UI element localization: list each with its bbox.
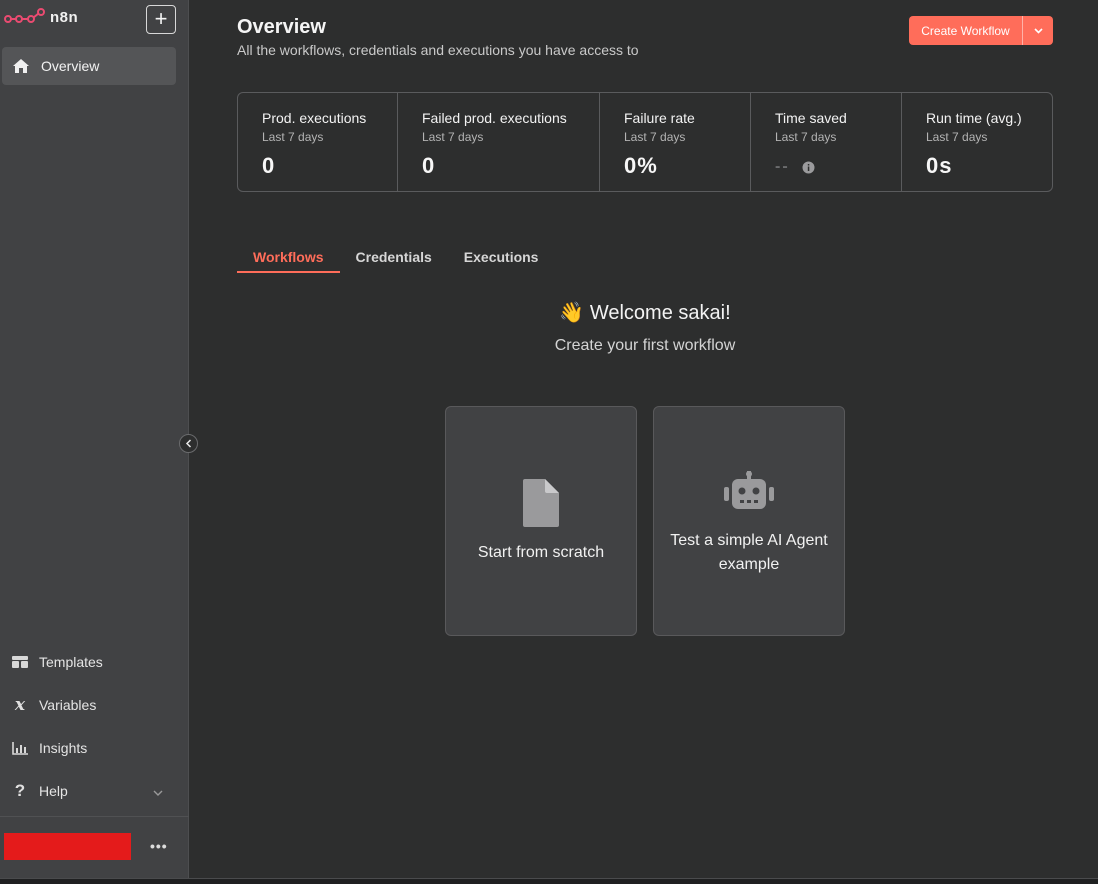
welcome-heading: 👋 Welcome sakai! (559, 302, 731, 324)
info-icon[interactable] (802, 161, 815, 174)
sidebar-item-help[interactable]: ? Help (11, 776, 181, 806)
tab-executions[interactable]: Executions (448, 241, 555, 273)
robot-icon (654, 471, 844, 511)
stat-run-time[interactable]: Run time (avg.) Last 7 days 0s (902, 93, 1052, 191)
stat-prod-executions[interactable]: Prod. executions Last 7 days 0 (238, 93, 398, 191)
stat-time-saved[interactable]: Time saved Last 7 days -- (751, 93, 902, 191)
templates-icon (11, 656, 29, 668)
sidebar-item-variables[interactable]: x Variables (11, 690, 181, 720)
stat-value-text: -- (775, 158, 790, 175)
home-icon (13, 59, 29, 73)
stat-value: 0 (422, 153, 436, 178)
stat-period: Last 7 days (775, 130, 837, 144)
stat-label: Time saved (775, 110, 847, 126)
page-title: Overview (237, 16, 326, 38)
page-subtitle: All the workflows, credentials and execu… (237, 42, 639, 58)
create-dropdown-button[interactable] (1023, 16, 1053, 45)
chevron-left-icon (185, 439, 192, 448)
start-from-scratch-card[interactable]: Start from scratch (445, 406, 637, 636)
stat-label: Run time (avg.) (926, 110, 1022, 126)
ai-agent-example-card[interactable]: Test a simple AI Agent example (653, 406, 845, 636)
sidebar-item-label: Help (39, 783, 68, 799)
chevron-down-icon (1033, 27, 1043, 34)
stat-label: Prod. executions (262, 110, 367, 126)
sidebar-item-overview[interactable]: Overview (2, 47, 176, 85)
stat-failure-rate[interactable]: Failure rate Last 7 days 0% (600, 93, 751, 191)
new-item-button[interactable]: + (146, 5, 176, 34)
stat-value: 0 (262, 153, 276, 178)
user-more-button[interactable]: ••• (150, 838, 168, 854)
variables-icon: x (14, 695, 26, 715)
window-bottom-edge (0, 878, 1098, 884)
tab-workflows[interactable]: Workflows (237, 241, 340, 273)
card-label: Start from scratch (477, 544, 605, 561)
sidebar-item-label: Templates (39, 654, 103, 670)
tab-credentials[interactable]: Credentials (340, 241, 448, 273)
sidebar-item-label: Insights (39, 740, 88, 756)
card-label: Test a simple AI Agent example (670, 532, 828, 573)
stat-failed-executions[interactable]: Failed prod. executions Last 7 days 0 (398, 93, 600, 191)
stat-label: Failed prod. executions (422, 110, 567, 126)
stat-period: Last 7 days (926, 130, 988, 144)
stat-period: Last 7 days (262, 130, 324, 144)
sidebar-item-insights[interactable]: Insights (11, 733, 181, 763)
question-icon: ? (14, 781, 26, 800)
sidebar-divider (0, 816, 189, 817)
stat-value: -- (775, 158, 901, 176)
n8n-logo[interactable]: n8n (4, 6, 78, 28)
stat-value: 0s (926, 153, 953, 178)
create-workflow-label[interactable]: Create Workflow (909, 16, 1023, 45)
sidebar-item-label: Variables (39, 697, 97, 713)
stat-period: Last 7 days (624, 130, 686, 144)
stat-value: 0% (624, 153, 658, 178)
create-workflow-button[interactable]: Create Workflow (909, 16, 1053, 45)
stat-label: Failure rate (624, 110, 695, 126)
n8n-logo-icon (4, 8, 45, 23)
chevron-down-icon (153, 783, 163, 799)
chart-icon (11, 741, 29, 755)
stat-period: Last 7 days (422, 130, 484, 144)
insights-summary: Prod. executions Last 7 days 0 Failed pr… (237, 92, 1053, 192)
user-menu-redacted[interactable] (4, 833, 131, 860)
file-icon (446, 479, 636, 527)
welcome-subtitle: Create your first workflow (554, 337, 736, 354)
sidebar: n8n + Overview Templates x Variables Ins… (0, 0, 189, 878)
app-name: n8n (50, 8, 79, 26)
collapse-sidebar-button[interactable] (179, 434, 198, 453)
sidebar-item-templates[interactable]: Templates (11, 647, 181, 677)
sidebar-item-label: Overview (41, 58, 100, 74)
tabs: Workflows Credentials Executions (237, 241, 554, 273)
